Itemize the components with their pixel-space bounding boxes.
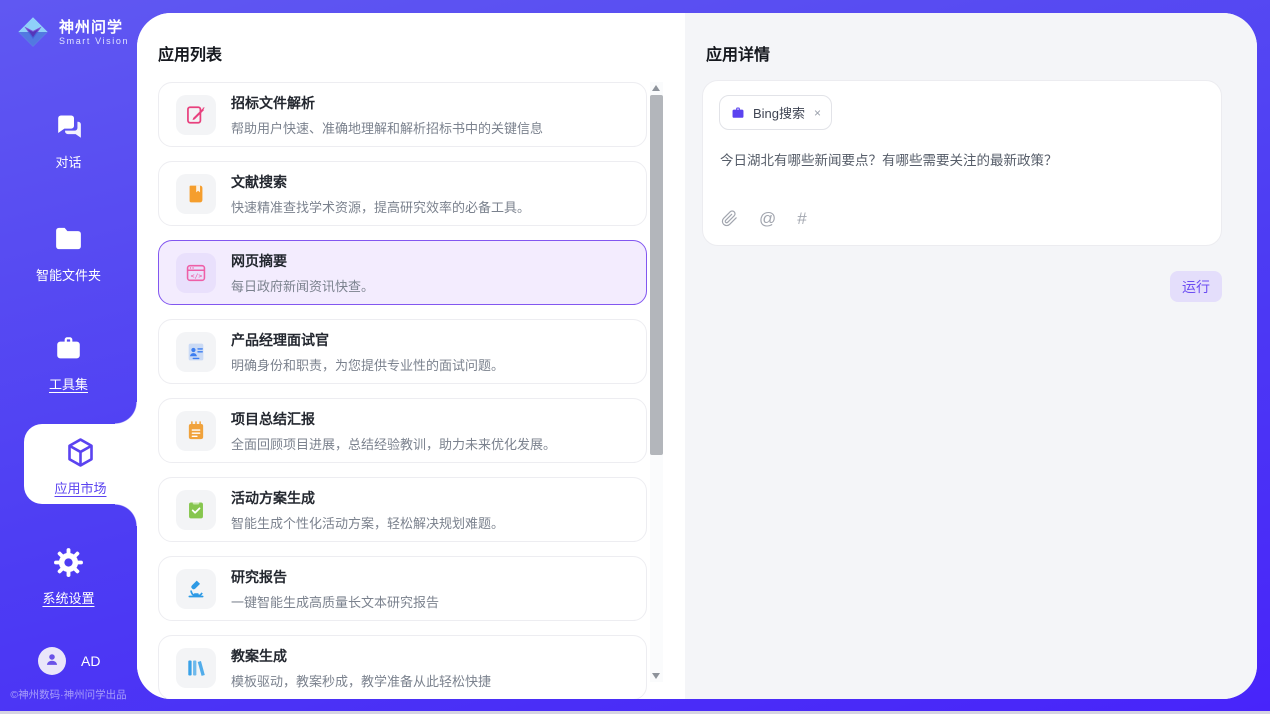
cube-icon [64,436,97,469]
app-card-title: 活动方案生成 [231,488,504,508]
close-icon[interactable]: × [814,106,821,120]
hash-icon[interactable]: # [797,210,806,227]
app-card[interactable]: 项目总结汇报全面回顾项目进展，总结经验教训，助力未来优化发展。 [158,398,647,463]
sidebar-item-cube[interactable]: 应用市场 [24,424,137,504]
brand-logo[interactable]: 神州问学 Smart Vision [14,13,129,51]
user-name: AD [81,653,100,669]
app-card-title: 研究报告 [231,567,439,587]
app-card-desc: 帮助用户快速、准确地理解和解析招标书中的关键信息 [231,118,543,137]
app-card-desc: 每日政府新闻资讯快查。 [231,276,374,295]
book-icon [185,183,207,205]
clipboard-icon [185,499,207,521]
diamond-logo-icon [14,13,52,51]
app-card[interactable]: 招标文件解析帮助用户快速、准确地理解和解析招标书中的关键信息 [158,82,647,147]
user-avatar-icon [43,650,61,673]
app-card-desc: 全面回顾项目进展，总结经验教训，助力未来优化发展。 [231,434,556,453]
folder-icon [52,223,85,256]
sidebar-item-toolbox[interactable]: 工具集 [0,322,137,393]
app-card-title: 产品经理面试官 [231,330,504,350]
briefcase-icon [730,105,746,121]
app-card-title: 网页摘要 [231,251,374,271]
scrollbar-up-arrow-icon[interactable] [652,85,660,91]
app-card-icon-tile [176,648,216,688]
brand-subtitle: Smart Vision [59,36,129,46]
app-card-list: 招标文件解析帮助用户快速、准确地理解和解析招标书中的关键信息文献搜索快速精准查找… [158,82,647,699]
content-panel: 应用列表 招标文件解析帮助用户快速、准确地理解和解析招标书中的关键信息文献搜索快… [137,13,1257,699]
browser-icon: </> [185,262,207,284]
app-card-desc: 模板驱动，教案秒成，教学准备从此轻松快捷 [231,671,491,690]
at-icon[interactable]: @ [759,210,776,227]
app-card-desc: 一键智能生成高质量长文本研究报告 [231,592,439,611]
sidebar-item-label: 应用市场 [54,478,106,497]
paperclip-icon[interactable] [721,210,738,227]
app-card[interactable]: 教案生成模板驱动，教案秒成，教学准备从此轻松快捷 [158,635,647,699]
pen-icon [185,104,207,126]
svg-text:</>: </> [191,271,203,279]
scrollbar [650,82,663,682]
run-button[interactable]: 运行 [1170,271,1222,302]
gear-icon [52,546,85,579]
app-card-icon-tile: </> [176,253,216,293]
brand-name: 神州问学 [59,19,129,36]
prompt-input[interactable]: Bing搜索 × 今日湖北有哪些新闻要点？有哪些需要关注的最新政策？ @# [702,80,1222,246]
app-card-desc: 快速精准查找学术资源，提高研究效率的必备工具。 [231,197,530,216]
app-card-icon-tile [176,95,216,135]
app-card[interactable]: 文献搜索快速精准查找学术资源，提高研究效率的必备工具。 [158,161,647,226]
avatar [38,647,66,675]
app-card[interactable]: 活动方案生成智能生成个性化活动方案，轻松解决规划难题。 [158,477,647,542]
app-card-title: 文献搜索 [231,172,530,192]
app-card-desc: 智能生成个性化活动方案，轻松解决规划难题。 [231,513,504,532]
app-card-desc: 明确身份和职责，为您提供专业性的面试问题。 [231,355,504,374]
tool-chip-bing-search[interactable]: Bing搜索 × [719,95,832,130]
app-card[interactable]: 产品经理面试官明确身份和职责，为您提供专业性的面试问题。 [158,319,647,384]
app-list-panel: 应用列表 招标文件解析帮助用户快速、准确地理解和解析招标书中的关键信息文献搜索快… [137,13,685,699]
app-card-title: 项目总结汇报 [231,409,556,429]
books-icon [185,657,207,679]
sidebar-item-gear[interactable]: 系统设置 [0,536,137,607]
sidebar-item-label: 对话 [55,152,81,171]
app-card-title: 招标文件解析 [231,93,543,113]
sidebar-item-folder[interactable]: 智能文件夹 [0,213,137,284]
user-account[interactable]: AD [38,647,100,675]
app-detail-panel: 应用详情 Bing搜索 × 今日湖北有哪些新闻要点？有哪些需要关注的最新政策？ … [685,13,1257,699]
app-card[interactable]: 研究报告一键智能生成高质量长文本研究报告 [158,556,647,621]
app-card-icon-tile [176,569,216,609]
scrollbar-thumb[interactable] [650,95,663,455]
sidebar: 神州问学 Smart Vision 对话智能文件夹工具集应用市场系统设置 AD … [0,0,137,711]
app-card-icon-tile [176,332,216,372]
sidebar-item-label: 系统设置 [42,588,94,607]
app-detail-title: 应用详情 [706,41,770,65]
scrollbar-down-arrow-icon[interactable] [652,673,660,679]
sidebar-item-label: 智能文件夹 [36,265,101,284]
tool-chip-label: Bing搜索 [753,103,805,122]
toolbox-icon [52,332,85,365]
app-card-title: 教案生成 [231,646,491,666]
sidebar-item-chat[interactable]: 对话 [0,100,137,171]
app-card-icon-tile [176,490,216,530]
microscope-icon [185,578,207,600]
copyright-footer: ©神州数码·神州问学出品 [0,687,137,702]
chat-icon [52,110,85,143]
interview-icon [185,341,207,363]
sidebar-item-label: 工具集 [49,374,88,393]
app-list-title: 应用列表 [158,41,222,65]
notepad-icon [185,420,207,442]
attach-toolbar: @# [721,210,807,227]
app-card-icon-tile [176,174,216,214]
app-card[interactable]: </> 网页摘要每日政府新闻资讯快查。 [158,240,647,305]
query-text[interactable]: 今日湖北有哪些新闻要点？有哪些需要关注的最新政策？ [720,151,1201,170]
app-card-icon-tile [176,411,216,451]
